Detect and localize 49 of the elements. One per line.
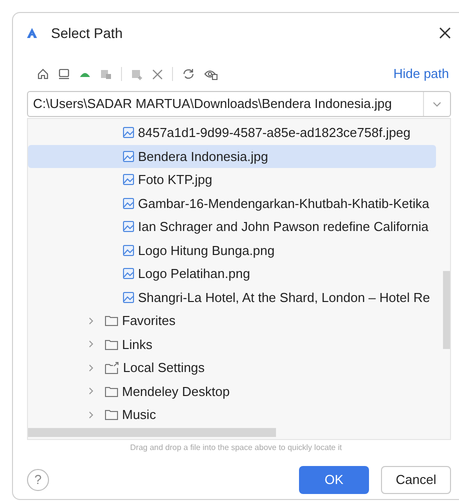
tree-row[interactable]: Links — [28, 332, 436, 356]
horizontal-scrollbar[interactable] — [28, 428, 276, 437]
image-file-icon — [123, 150, 134, 162]
collapsed-chevron-icon[interactable] — [87, 410, 95, 419]
tree-row[interactable]: Shangri-La Hotel, At the Shard, London – Hotel Re — [28, 286, 436, 309]
tree-row[interactable]: Music — [28, 403, 436, 426]
tree-row[interactable]: Logo Hitung Bunga.png — [28, 238, 436, 262]
image-file-icon — [123, 198, 134, 209]
hint-text: Drag and drop a file into the space above to quickly locate it — [130, 442, 342, 454]
collapsed-chevron-icon[interactable] — [87, 316, 95, 325]
folder-icon — [105, 386, 118, 397]
tree-row[interactable]: Local Settings — [28, 356, 436, 380]
window-title: Select Path — [51, 24, 123, 42]
tree-row[interactable]: Foto KTP.jpg — [28, 168, 436, 192]
tree-row[interactable]: Mendeley Desktop — [28, 380, 436, 403]
image-file-icon — [123, 268, 134, 280]
image-file-icon — [123, 221, 134, 232]
app-logo-icon — [27, 28, 37, 38]
show-hidden-icon[interactable] — [204, 68, 218, 80]
folder-icon — [105, 338, 118, 350]
collapsed-chevron-icon[interactable] — [87, 387, 95, 396]
tree-row[interactable]: 8457a1d1-9d99-4587-a85e-ad1823ce758f.jpeg — [28, 121, 436, 144]
dropdown-caret-icon[interactable] — [433, 102, 441, 106]
collapsed-chevron-icon[interactable] — [87, 364, 95, 372]
image-file-icon — [123, 174, 134, 186]
collapsed-chevron-icon[interactable] — [87, 340, 95, 348]
cancel-button[interactable]: Cancel — [381, 466, 451, 494]
refresh-icon[interactable] — [182, 68, 195, 80]
folder-icon — [105, 315, 118, 326]
tree-row[interactable]: Ian Schrager and John Pawson redefine California — [28, 215, 436, 238]
help-button[interactable]: ? — [27, 469, 49, 491]
linked-folder-icon — [105, 362, 119, 374]
home-icon[interactable] — [37, 68, 49, 80]
hide-path-link[interactable]: Hide path — [393, 64, 449, 84]
tree-row[interactable]: Bendera Indonesia.jpg — [28, 144, 436, 168]
tree-row[interactable]: Logo Pelatihan.png — [28, 262, 436, 286]
path-field[interactable]: C:\Users\SADAR MARTUA\Downloads\Bendera Indonesia.jpg — [27, 91, 451, 117]
folder-icon — [105, 409, 118, 420]
desktop-icon[interactable] — [58, 68, 70, 80]
image-file-icon — [123, 292, 134, 303]
delete-icon[interactable] — [152, 68, 163, 80]
vertical-scrollbar[interactable] — [443, 271, 450, 349]
close-icon[interactable] — [439, 27, 451, 39]
new-folder-icon[interactable] — [131, 68, 143, 80]
image-file-icon — [123, 127, 134, 138]
tree-row[interactable]: Gambar-16-Mendengarkan-Khutbah-Khatib-Ketika — [28, 192, 436, 215]
tree-row[interactable]: Favorites — [28, 309, 436, 332]
image-file-icon — [123, 244, 134, 256]
ok-button[interactable]: OK — [299, 466, 369, 494]
